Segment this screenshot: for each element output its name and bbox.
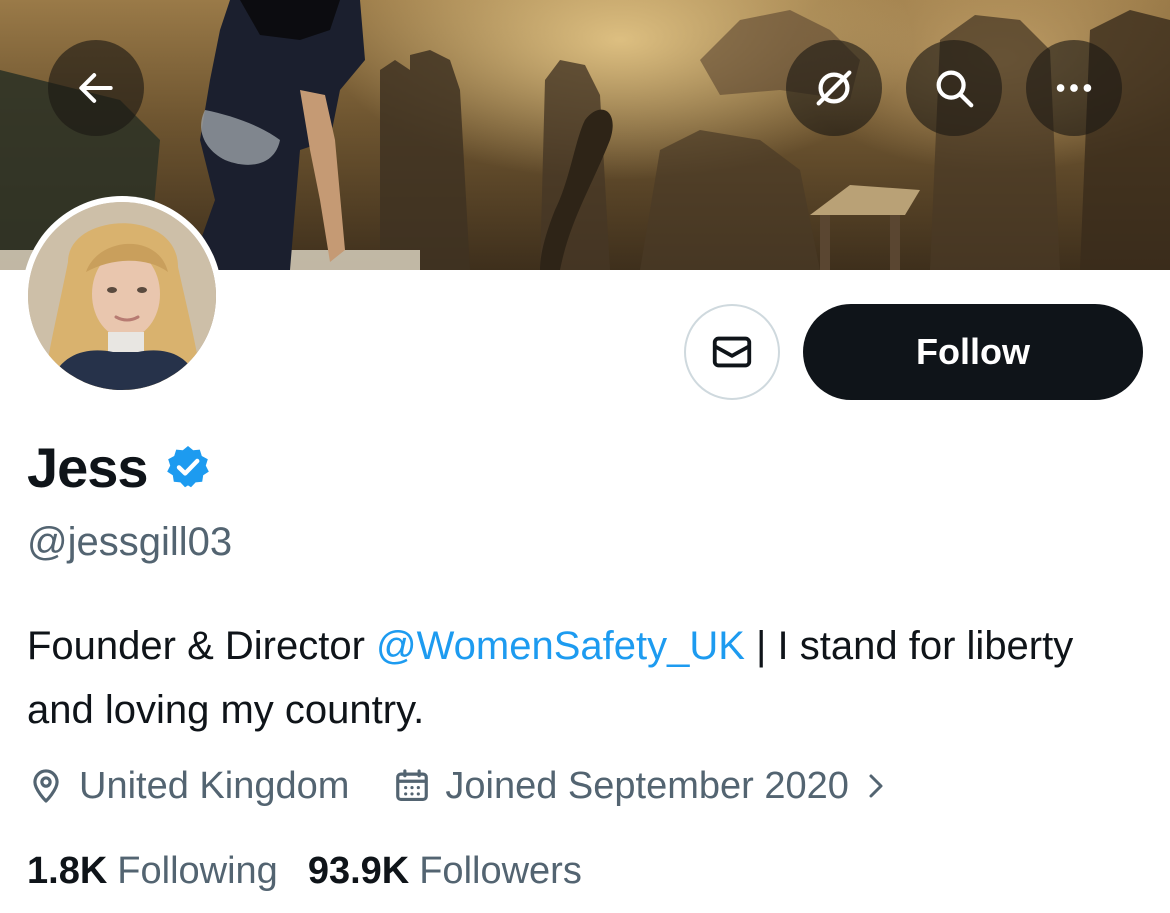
joined-date[interactable]: Joined September 2020	[393, 765, 891, 808]
profile-name-row: Jess	[27, 432, 212, 502]
joined-text: Joined September 2020	[445, 764, 849, 807]
profile-bio: Founder & Director @WomenSafety_UK | I s…	[27, 614, 1147, 742]
followers-count: 93.9K	[307, 849, 410, 892]
chevron-right-icon	[869, 774, 883, 798]
calendar-icon	[396, 769, 429, 802]
grok-button[interactable]	[786, 40, 882, 136]
follow-button[interactable]: Follow	[803, 304, 1143, 400]
location-pin-icon	[33, 769, 59, 803]
profile-handle: @jessgill03	[27, 520, 233, 564]
profile-stats: 1.8K Following 93.9K Followers	[27, 844, 582, 898]
avatar[interactable]	[22, 196, 222, 396]
following-count: 1.8K	[27, 849, 108, 892]
location: United Kingdom	[27, 765, 349, 808]
bio-text: Founder & Director	[27, 624, 377, 668]
avatar-image	[28, 202, 216, 390]
grok-icon	[816, 70, 852, 106]
more-horizontal-icon	[1056, 84, 1092, 92]
message-button[interactable]	[684, 304, 780, 400]
profile-meta: United Kingdom Joined September 2020	[27, 760, 891, 812]
followers-link[interactable]: 93.9K Followers	[308, 850, 582, 893]
followers-label: Followers	[419, 849, 582, 892]
following-label: Following	[117, 849, 278, 892]
location-text: United Kingdom	[79, 764, 350, 807]
arrow-left-icon	[79, 73, 113, 103]
search-button[interactable]	[906, 40, 1002, 136]
bio-mention-link[interactable]: @WomenSafety_UK	[376, 624, 745, 668]
back-button[interactable]	[48, 40, 144, 136]
following-link[interactable]: 1.8K Following	[27, 850, 278, 893]
more-button[interactable]	[1026, 40, 1122, 136]
search-icon	[936, 70, 974, 108]
envelope-icon	[712, 336, 752, 368]
profile-name: Jess	[27, 435, 149, 499]
verified-badge-icon[interactable]	[164, 443, 212, 491]
